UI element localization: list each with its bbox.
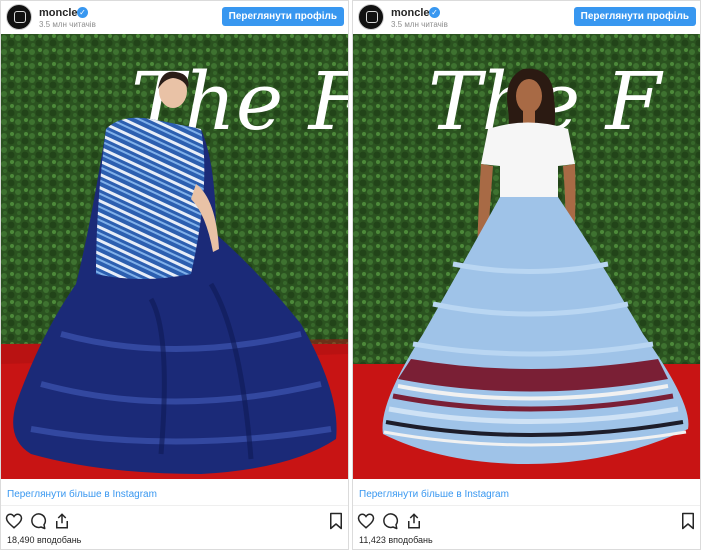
post-header: moncler ✓ 3.5 млн читачів Переглянути пр… [1, 1, 348, 34]
post-header: moncler ✓ 3.5 млн читачів Переглянути пр… [353, 1, 700, 34]
followers-count: 3.5 млн читачів [391, 20, 448, 29]
post-photo[interactable]: The F [1, 34, 348, 479]
comment-icon[interactable] [29, 512, 47, 530]
profile-avatar[interactable] [358, 4, 384, 30]
comment-icon[interactable] [381, 512, 399, 530]
username[interactable]: moncler [391, 7, 434, 19]
view-more-on-instagram-link[interactable]: Переглянути більше в Instagram [7, 489, 157, 500]
likes-count: 18,490 вподобань [7, 535, 82, 545]
username[interactable]: moncler [39, 7, 82, 19]
post-photo[interactable]: The F [353, 34, 700, 479]
followers-count: 3.5 млн читачів [39, 20, 96, 29]
divider [353, 505, 700, 506]
bookmark-icon[interactable] [680, 512, 696, 530]
instagram-embed-post-1: moncler ✓ 3.5 млн читачів Переглянути пр… [0, 0, 349, 550]
share-icon[interactable] [405, 512, 423, 530]
verified-icon: ✓ [429, 7, 440, 18]
view-profile-button[interactable]: Переглянути профіль [221, 7, 344, 26]
share-icon[interactable] [53, 512, 71, 530]
bookmark-icon[interactable] [328, 512, 344, 530]
heart-icon[interactable] [5, 512, 23, 530]
view-profile-button[interactable]: Переглянути профіль [573, 7, 696, 26]
verified-icon: ✓ [77, 7, 88, 18]
divider [1, 505, 348, 506]
instagram-embed-post-2: moncler ✓ 3.5 млн читачів Переглянути пр… [352, 0, 701, 550]
likes-count: 11,423 вподобань [359, 535, 433, 545]
view-more-on-instagram-link[interactable]: Переглянути більше в Instagram [359, 489, 509, 500]
profile-avatar[interactable] [6, 4, 32, 30]
action-bar [357, 512, 698, 532]
action-bar [5, 512, 346, 532]
heart-icon[interactable] [357, 512, 375, 530]
